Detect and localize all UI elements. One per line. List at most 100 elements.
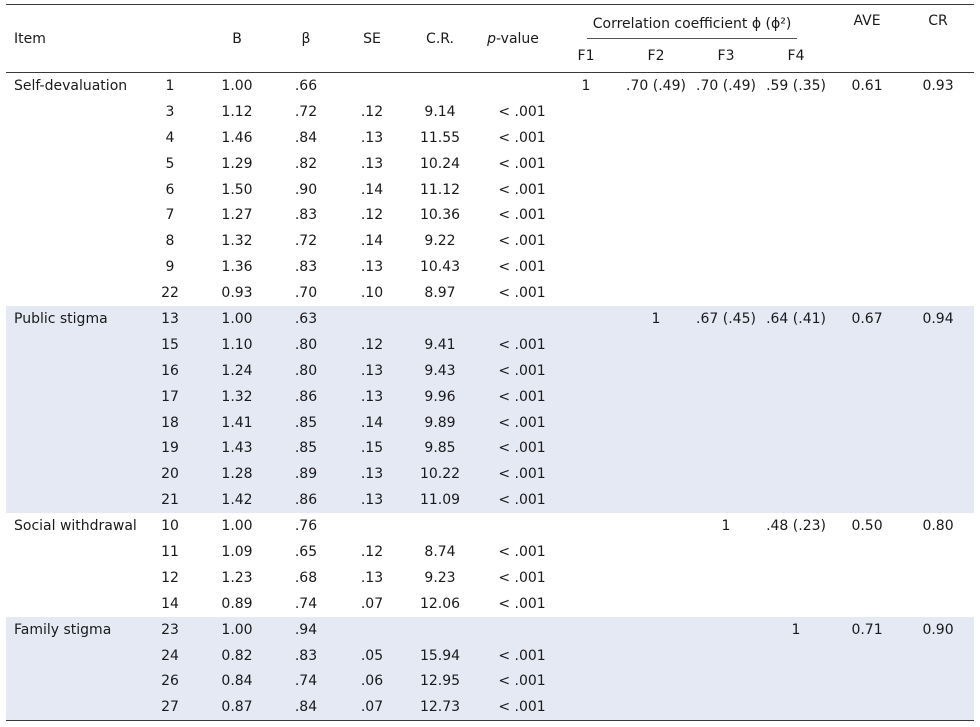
f4-value: [760, 151, 832, 177]
cr-stat-value: 15.94: [406, 642, 474, 669]
f4-value: [760, 487, 833, 514]
header-b: B: [200, 4, 274, 73]
factor-name-empty: [6, 435, 140, 462]
f4-value: [760, 591, 832, 617]
p-value: < .001: [474, 461, 552, 488]
f2-value: [620, 694, 692, 722]
table-row: 26 0.84.74.06 12.95 < .001: [6, 668, 975, 695]
se-value: .12: [360, 543, 384, 560]
item-number: 19: [140, 435, 200, 462]
se-value: [338, 513, 406, 539]
header-f1: F1: [552, 39, 620, 73]
cr-stat-value: 9.96: [406, 383, 474, 410]
f3-value: .67 (.45): [692, 306, 760, 332]
f3-value: [692, 668, 760, 695]
f1-value: [552, 383, 620, 410]
f3-value: [692, 409, 760, 436]
f2-value: [620, 228, 692, 254]
f3-value: [692, 539, 760, 565]
item-number: 20: [140, 461, 200, 488]
cr-value: [902, 409, 975, 436]
f4-value: [760, 177, 832, 203]
beta-value: .84: [274, 694, 338, 722]
cr-stat-value: 9.14: [424, 103, 456, 120]
factor-name: Social withdrawal: [14, 518, 137, 535]
b-value: 0.87: [200, 694, 274, 722]
f2-value: [620, 177, 692, 203]
f1-value: [552, 306, 620, 332]
ave-value: [832, 254, 902, 280]
table-header: Item B β SE C.R. p-value Correlation coe…: [6, 4, 975, 73]
f4-value: 1: [760, 616, 833, 643]
f4-value: [760, 539, 832, 565]
cr-stat-value: 11.09: [406, 487, 474, 514]
ave-value: [832, 591, 902, 617]
table-row: 12 1.23 .68 .13 9.23 < .001: [6, 565, 974, 591]
f3-value: [692, 565, 760, 591]
f1-value: [552, 280, 620, 306]
group-social-withdrawal: Social withdrawal 10 1.00 .76 1 .48 (.23) 0.50…: [6, 513, 974, 617]
ave-value: 0.50: [851, 518, 883, 535]
ave-value: [832, 331, 903, 358]
se-value: .13: [360, 155, 384, 172]
b-value: 1.00: [200, 306, 274, 332]
cr-value: 0.93: [922, 77, 954, 94]
ave-value: [832, 565, 902, 591]
se-value: .13: [360, 259, 384, 276]
p-value: < .001: [474, 435, 552, 462]
beta-value: .83: [294, 259, 318, 276]
cr-stat-value: 10.43: [419, 259, 461, 276]
f2-value: [620, 202, 692, 228]
beta-value: .65: [294, 543, 318, 560]
f2-value: [620, 331, 692, 358]
table-row: 14 0.89 .74 .07 12.06 < .001: [6, 591, 974, 617]
cr-value: 0.80: [922, 518, 954, 535]
p-value: [474, 513, 552, 539]
ave-value: [832, 539, 902, 565]
item-number: 15: [140, 331, 200, 358]
b-value: 1.09: [221, 543, 253, 560]
header-cr: CR: [902, 4, 975, 73]
f4-value: [760, 99, 832, 125]
f2-value: [620, 357, 692, 384]
table-row: Self-devaluation 1 1.00 .66 1 .70 (.49) .70 (.…: [6, 73, 974, 99]
f4-value: [760, 331, 833, 358]
table-row: 17 1.32.86.13 9.96 < .001: [6, 383, 975, 410]
item-number: 21: [140, 487, 200, 514]
header-ave: AVE: [832, 4, 903, 73]
b-value: 1.12: [221, 103, 253, 120]
f4-value: [760, 668, 833, 695]
f2-value: [620, 254, 692, 280]
item-number: 14: [161, 595, 179, 612]
beta-value: .90: [294, 181, 318, 198]
b-value: 1.32: [200, 383, 274, 410]
se-value: .14: [338, 409, 406, 436]
cr-value: [902, 487, 975, 514]
f3-value: [692, 228, 760, 254]
se-value: .07: [338, 694, 406, 722]
cr-stat-value: 12.06: [419, 595, 461, 612]
p-value: < .001: [474, 668, 552, 695]
f1-value: [552, 487, 620, 514]
factor-name-empty: [6, 591, 140, 617]
f3-value: [692, 694, 760, 722]
beta-value: .89: [274, 461, 338, 488]
beta-value: .76: [294, 518, 318, 535]
item-number: 7: [165, 207, 175, 224]
cr-value: [902, 202, 974, 228]
cr-value: [902, 151, 974, 177]
table-row: 9 1.36 .83 .13 10.43 < .001: [6, 254, 974, 280]
cr-value: [902, 331, 975, 358]
factor-name-empty: [6, 177, 140, 203]
f2-value: [620, 539, 692, 565]
p-value: < .001: [474, 642, 552, 669]
f3-value: [692, 435, 760, 462]
ave-value: [832, 694, 903, 722]
factor-name: Family stigma: [6, 616, 140, 643]
ave-value: [832, 280, 902, 306]
cr-value: [902, 177, 974, 203]
item-number: 12: [161, 569, 179, 586]
f2-value: [620, 99, 692, 125]
cr-value: [902, 228, 974, 254]
table-row: 27 0.87.84.07 12.73 < .001: [6, 694, 975, 722]
